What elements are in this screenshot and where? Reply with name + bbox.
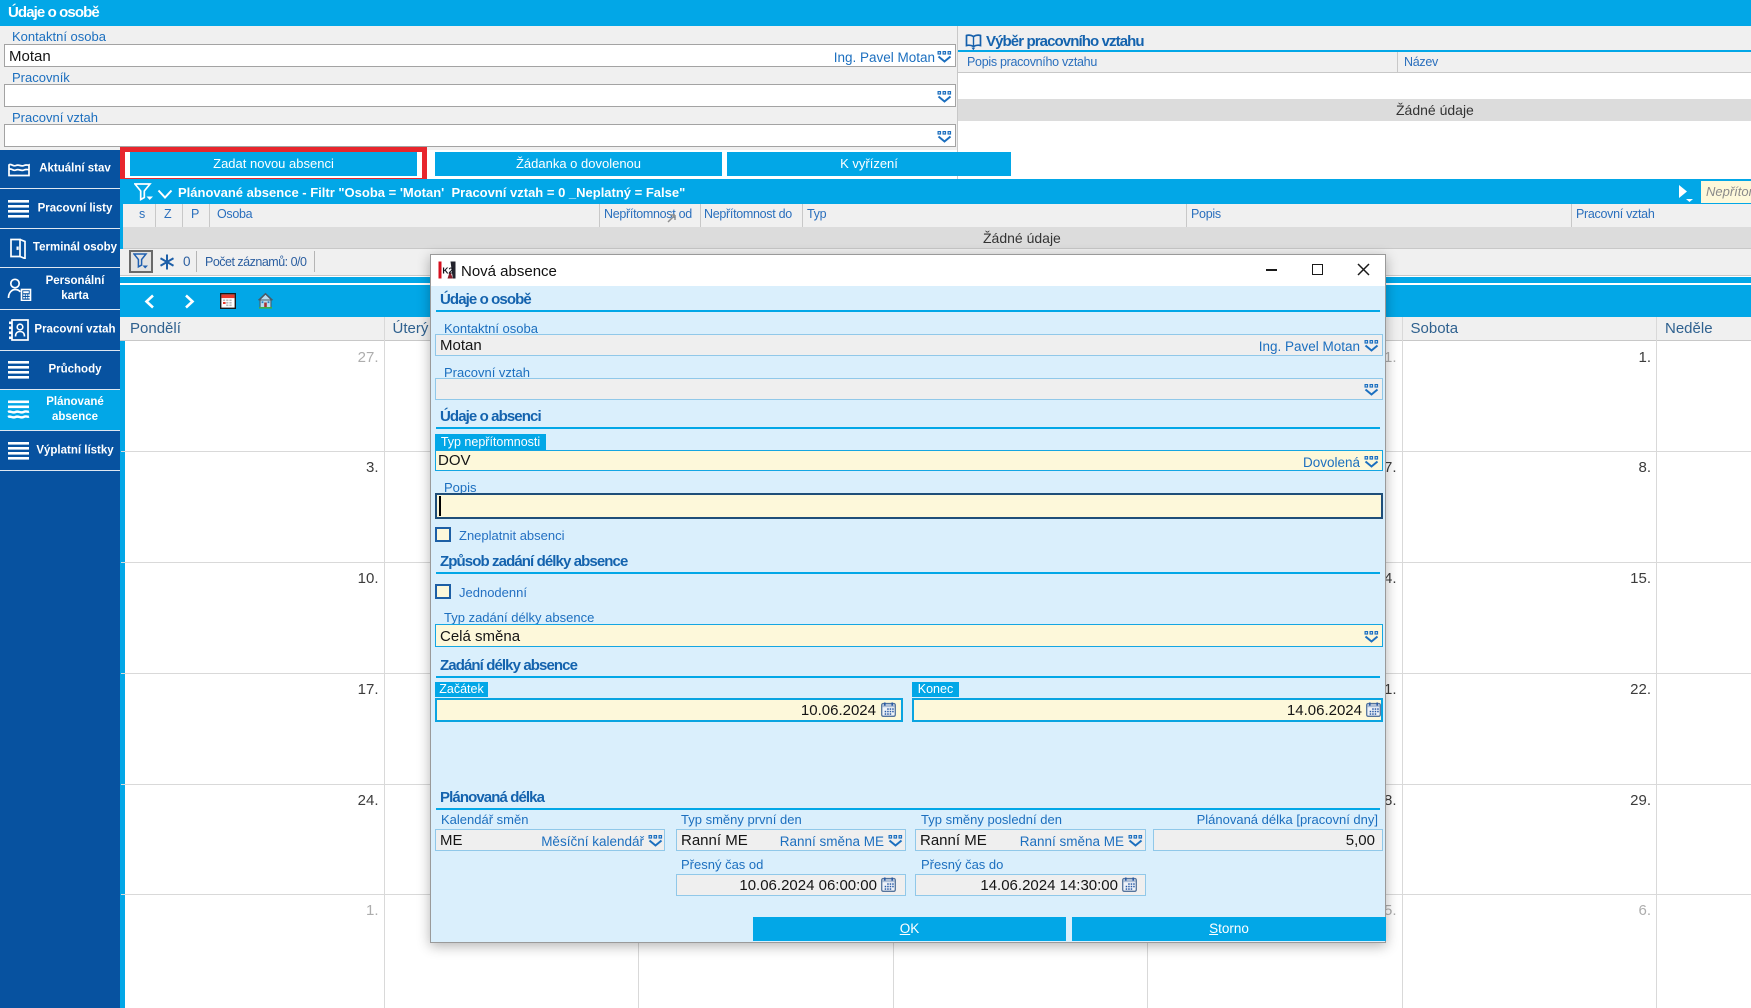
svg-text:K2: K2 [442,266,453,276]
